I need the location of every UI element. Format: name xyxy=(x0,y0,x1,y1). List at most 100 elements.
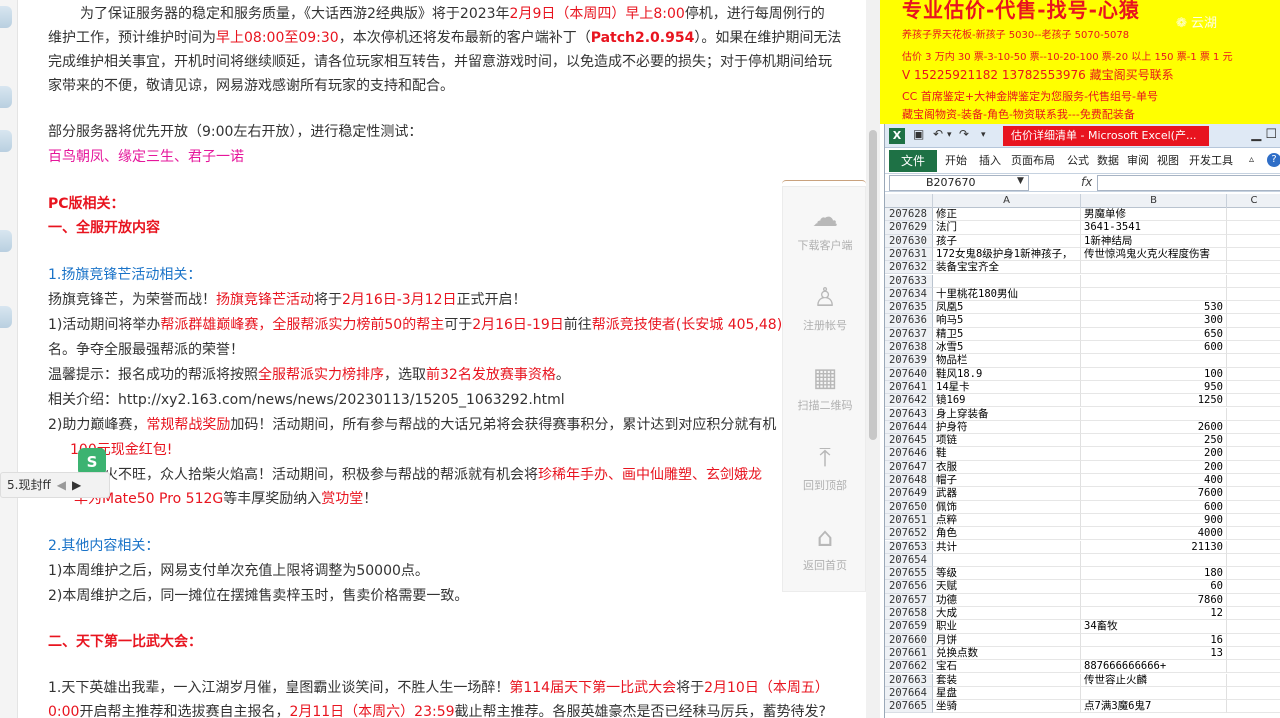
name-box-dropdown-icon[interactable]: ▼ xyxy=(1017,176,1024,186)
select-all-corner[interactable] xyxy=(885,194,933,208)
row-number[interactable]: 207628 xyxy=(885,208,933,222)
row-number[interactable]: 207639 xyxy=(885,354,933,368)
cell-b[interactable] xyxy=(1081,407,1227,421)
cell-c[interactable] xyxy=(1227,261,1280,275)
cell-b[interactable]: 100 xyxy=(1081,367,1227,381)
cell-a[interactable]: 凤凰5 xyxy=(933,301,1081,315)
article-scrollbar[interactable] xyxy=(866,0,880,718)
cell-c[interactable] xyxy=(1227,647,1280,661)
cell-c[interactable] xyxy=(1227,501,1280,514)
cell-b[interactable]: 200 xyxy=(1081,447,1227,461)
cell-b[interactable]: 13 xyxy=(1081,646,1227,661)
cell-b[interactable] xyxy=(1081,261,1227,275)
excel-logo-icon[interactable]: X xyxy=(889,128,905,144)
cell-c[interactable] xyxy=(1227,594,1280,607)
cell-b[interactable]: 男魔单修 xyxy=(1081,208,1227,222)
cell-c[interactable] xyxy=(1227,474,1280,488)
cell-a[interactable]: 172女鬼8级护身1新神孩子， xyxy=(933,247,1081,262)
help-icon[interactable]: ? xyxy=(1267,153,1280,167)
cell-a[interactable]: 帽子 xyxy=(933,474,1081,488)
cell-b[interactable]: 900 xyxy=(1081,513,1227,528)
cell-b[interactable]: 300 xyxy=(1081,314,1227,328)
row-number[interactable]: 207656 xyxy=(885,580,933,594)
column-header-b[interactable]: B xyxy=(1081,194,1227,208)
cell-a[interactable]: 响马5 xyxy=(933,314,1081,328)
row-number[interactable]: 207659 xyxy=(885,620,933,634)
cell-c[interactable] xyxy=(1227,541,1280,554)
row-number[interactable]: 207655 xyxy=(885,567,933,581)
cell-c[interactable] xyxy=(1227,514,1280,528)
row-number[interactable]: 207654 xyxy=(885,553,933,568)
cell-b[interactable]: 600 xyxy=(1081,341,1227,355)
next-page-icon[interactable]: ▶ xyxy=(72,478,81,492)
sidebar-avatar-icon[interactable] xyxy=(0,230,12,252)
sidebar-avatar-icon[interactable] xyxy=(0,130,12,152)
cell-b[interactable]: 600 xyxy=(1081,500,1227,514)
row-number[interactable]: 207657 xyxy=(885,593,933,607)
tab-page-layout[interactable]: 页面布局 xyxy=(1011,152,1055,168)
cell-c[interactable] xyxy=(1227,354,1280,368)
sidebar-avatar-icon[interactable] xyxy=(0,6,12,28)
cell-b[interactable]: 1新神结局 xyxy=(1081,234,1227,248)
row-number[interactable]: 207644 xyxy=(885,420,933,435)
cell-c[interactable] xyxy=(1227,487,1280,501)
cell-c[interactable] xyxy=(1227,620,1280,634)
cell-a[interactable]: 天赋 xyxy=(933,580,1081,594)
cell-b[interactable]: 60 xyxy=(1081,580,1227,594)
row-number[interactable]: 207643 xyxy=(885,407,933,421)
row-number[interactable]: 207636 xyxy=(885,314,933,328)
cell-a[interactable]: 鞋 xyxy=(933,447,1081,461)
cell-b[interactable]: 传世惊鸿鬼火克火程度伤害 xyxy=(1081,247,1227,262)
cell-b[interactable]: 点7满3魔6鬼7 xyxy=(1081,700,1227,714)
cell-a[interactable]: 佩饰 xyxy=(933,500,1081,514)
row-number[interactable]: 207638 xyxy=(885,341,933,355)
row-number[interactable]: 207660 xyxy=(885,633,933,647)
cell-c[interactable] xyxy=(1227,394,1280,408)
cell-a[interactable]: 衣服 xyxy=(933,460,1081,474)
cell-b[interactable]: 4000 xyxy=(1081,527,1227,541)
scan-qrcode-button[interactable]: ▦ 扫描二维码 xyxy=(783,347,867,427)
row-number[interactable]: 207640 xyxy=(885,367,933,381)
cell-a[interactable]: 装备宝宝齐全 xyxy=(933,261,1081,275)
cell-a[interactable]: 宝石 xyxy=(933,660,1081,674)
cell-b[interactable]: 21130 xyxy=(1081,540,1227,554)
cell-a[interactable]: 物品栏 xyxy=(933,354,1081,368)
cell-c[interactable] xyxy=(1227,208,1280,222)
row-number[interactable]: 207631 xyxy=(885,247,933,262)
cell-c[interactable] xyxy=(1227,314,1280,328)
cell-b[interactable]: 3641-3541 xyxy=(1081,221,1227,235)
tab-review[interactable]: 审阅 xyxy=(1127,152,1149,168)
cell-c[interactable] xyxy=(1227,288,1280,302)
cell-c[interactable] xyxy=(1227,447,1280,461)
spreadsheet-grid[interactable]: 207628 修正 男魔单修 207629 法门 3641-3541 207630 孩子 1新神… xyxy=(885,208,1280,718)
cell-b[interactable]: 200 xyxy=(1081,460,1227,474)
scrollbar-thumb[interactable] xyxy=(869,130,877,440)
save-icon[interactable]: ▣ xyxy=(913,127,924,141)
cell-b[interactable]: 34畜牧 xyxy=(1081,620,1227,634)
cell-a[interactable]: 法门 xyxy=(933,221,1081,235)
cell-a[interactable]: 修正 xyxy=(933,208,1081,222)
row-number[interactable]: 207634 xyxy=(885,287,933,302)
row-number[interactable]: 207646 xyxy=(885,447,933,461)
candidate-text[interactable]: 5.现封ff xyxy=(7,478,51,492)
cell-a[interactable] xyxy=(933,274,1081,288)
row-number[interactable]: 207651 xyxy=(885,513,933,528)
cell-a[interactable]: 角色 xyxy=(933,527,1081,541)
cell-a[interactable]: 月饼 xyxy=(933,633,1081,647)
row-number[interactable]: 207641 xyxy=(885,380,933,395)
row-number[interactable]: 207633 xyxy=(885,274,933,288)
cell-a[interactable]: 孩子 xyxy=(933,234,1081,248)
redo-icon[interactable]: ↷ xyxy=(959,127,969,141)
cell-c[interactable] xyxy=(1227,554,1280,568)
cell-a[interactable]: 护身符 xyxy=(933,420,1081,435)
tab-home[interactable]: 开始 xyxy=(945,152,967,168)
column-header-a[interactable]: A xyxy=(933,194,1081,208)
tab-file[interactable]: 文件 xyxy=(889,150,937,172)
cell-a[interactable]: 十里桃花180男仙 xyxy=(933,287,1081,302)
tab-formulas[interactable]: 公式 xyxy=(1067,152,1089,168)
cell-b[interactable]: 530 xyxy=(1081,301,1227,315)
row-number[interactable]: 207635 xyxy=(885,301,933,315)
cell-a[interactable]: 镜169 xyxy=(933,394,1081,408)
row-number[interactable]: 207629 xyxy=(885,221,933,235)
cell-c[interactable] xyxy=(1227,235,1280,248)
